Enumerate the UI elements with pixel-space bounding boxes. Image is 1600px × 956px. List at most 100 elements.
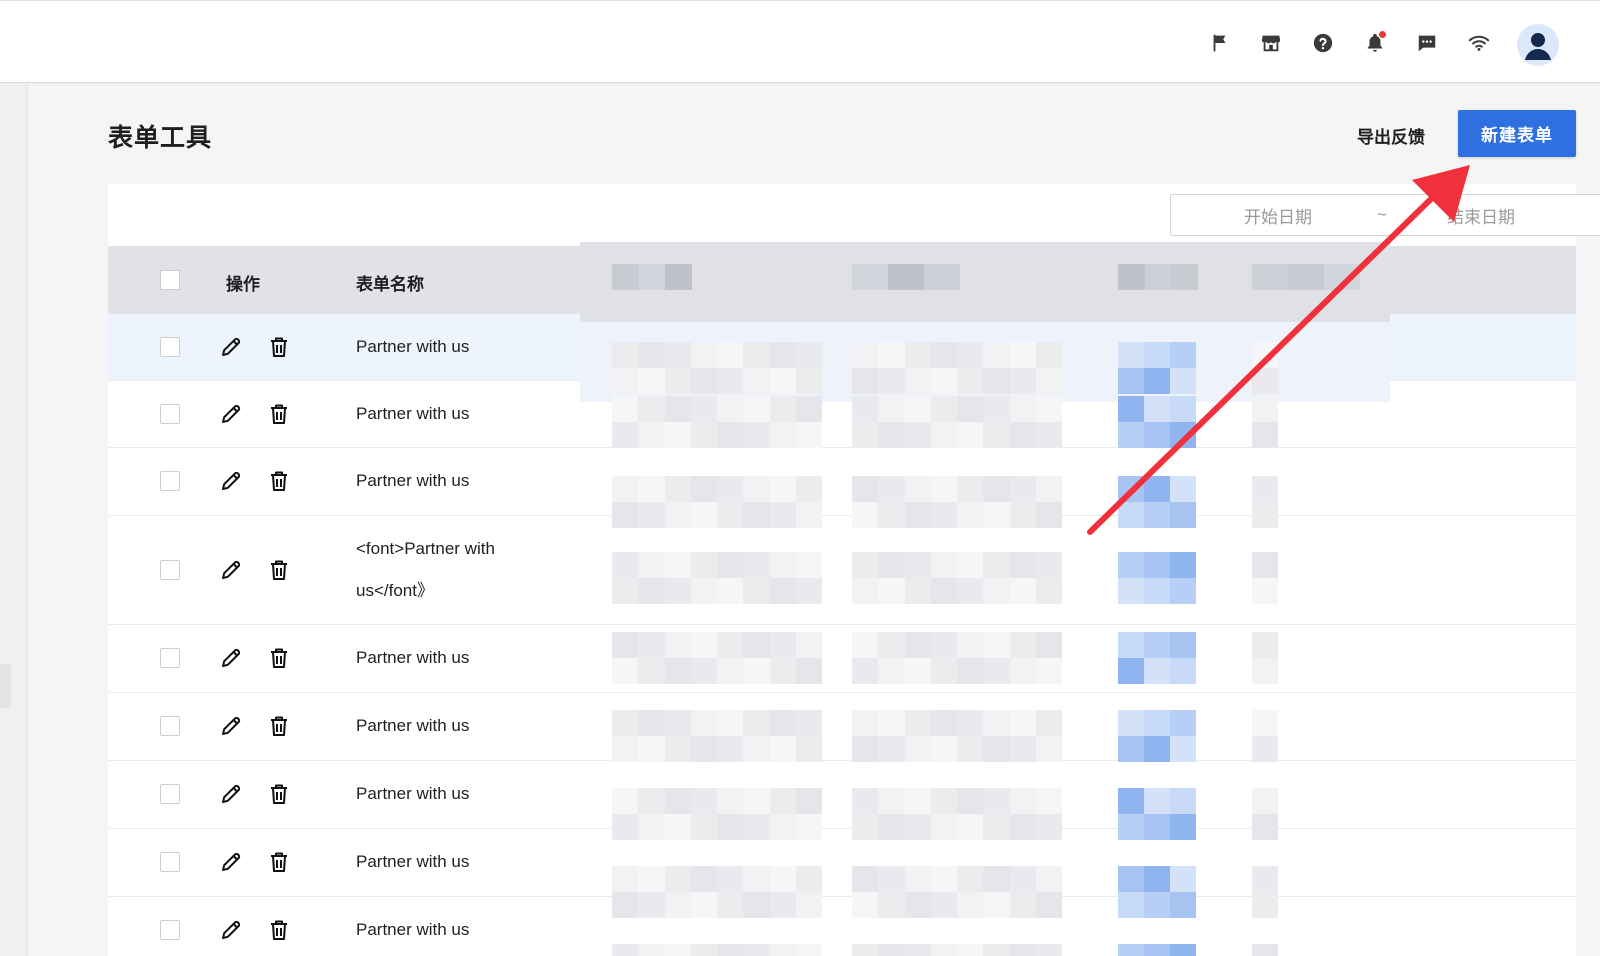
redacted-block [1252, 368, 1278, 394]
redacted-block [690, 866, 717, 892]
bell-icon[interactable] [1361, 29, 1389, 57]
edit-icon[interactable] [218, 557, 244, 583]
avatar[interactable] [1517, 24, 1559, 66]
store-icon[interactable] [1257, 29, 1285, 57]
row-checkbox[interactable] [160, 852, 180, 872]
edit-icon[interactable] [218, 468, 244, 494]
help-icon[interactable] [1309, 29, 1337, 57]
redacted-block [852, 788, 879, 814]
form-name[interactable]: Partner with us [356, 326, 556, 368]
edit-icon[interactable] [218, 645, 244, 671]
date-range-picker[interactable]: 开始日期 ~ 结束日期 [1170, 194, 1600, 236]
form-name[interactable]: Partner with us [356, 460, 556, 502]
message-icon[interactable] [1413, 29, 1441, 57]
redacted-block [904, 866, 931, 892]
notification-dot [1379, 31, 1386, 38]
redacted-block [690, 476, 717, 502]
redacted-block [612, 264, 639, 290]
redacted-block [1009, 342, 1036, 368]
redacted-block [1009, 866, 1036, 892]
row-checkbox[interactable] [160, 784, 180, 804]
edit-icon[interactable] [218, 713, 244, 739]
redacted-block [795, 342, 822, 368]
form-name[interactable]: Partner with us [356, 705, 556, 747]
redacted-block [1324, 264, 1360, 290]
start-date-input[interactable]: 开始日期 [1244, 203, 1312, 228]
redacted-block [795, 476, 822, 502]
flag-icon[interactable] [1206, 29, 1234, 57]
redacted-block [1035, 476, 1062, 502]
sidebar-expand-handle[interactable] [0, 664, 11, 708]
row-checkbox[interactable] [160, 337, 180, 357]
redacted-block [769, 578, 796, 604]
end-date-input[interactable]: 结束日期 [1447, 203, 1515, 228]
edit-icon[interactable] [218, 401, 244, 427]
redacted-block [957, 552, 984, 578]
redacted-block [1252, 396, 1278, 422]
redacted-block [852, 736, 879, 762]
redacted-block [1118, 552, 1144, 578]
redacted-block [1144, 396, 1170, 422]
redacted-block [852, 552, 879, 578]
redacted-block [1144, 476, 1170, 502]
delete-icon[interactable] [266, 781, 292, 807]
redacted-block [1035, 658, 1062, 684]
delete-icon[interactable] [266, 468, 292, 494]
edit-icon[interactable] [218, 917, 244, 943]
redacted-block [1144, 892, 1170, 918]
redacted-block [904, 632, 931, 658]
row-checkbox[interactable] [160, 471, 180, 491]
redacted-block [957, 866, 984, 892]
delete-icon[interactable] [266, 645, 292, 671]
redacted-block [930, 422, 957, 448]
form-name[interactable]: Partner with us [356, 773, 556, 815]
redacted-block [957, 578, 984, 604]
redacted-block [1118, 814, 1144, 840]
redacted-block [1144, 866, 1170, 892]
redacted-block [769, 422, 796, 448]
edit-icon[interactable] [218, 849, 244, 875]
delete-icon[interactable] [266, 849, 292, 875]
redacted-block [930, 658, 957, 684]
select-all-checkbox[interactable] [160, 270, 180, 290]
redacted-block [1252, 552, 1278, 578]
redacted-block [690, 814, 717, 840]
delete-icon[interactable] [266, 557, 292, 583]
edit-icon[interactable] [218, 334, 244, 360]
delete-icon[interactable] [266, 917, 292, 943]
row-checkbox[interactable] [160, 716, 180, 736]
redacted-block [1144, 658, 1170, 684]
row-checkbox[interactable] [160, 560, 180, 580]
row-checkbox[interactable] [160, 648, 180, 668]
redacted-block [1009, 368, 1036, 394]
row-checkbox[interactable] [160, 404, 180, 424]
redacted-block [1035, 422, 1062, 448]
redacted-block [904, 736, 931, 762]
redacted-block [1035, 736, 1062, 762]
wifi-icon[interactable] [1465, 29, 1493, 57]
redacted-block [983, 502, 1010, 528]
form-name[interactable]: <font>Partner with us</font》 [356, 528, 531, 612]
form-name[interactable]: Partner with us [356, 637, 556, 679]
redacted-block [769, 892, 796, 918]
redacted-block [1118, 736, 1144, 762]
redacted-block [612, 892, 639, 918]
redacted-block [717, 552, 744, 578]
form-name[interactable]: Partner with us [356, 841, 556, 883]
export-feedback-link[interactable]: 导出反馈 [1357, 123, 1425, 148]
edit-icon[interactable] [218, 781, 244, 807]
redacted-block [852, 476, 879, 502]
form-name[interactable]: Partner with us [356, 393, 556, 435]
redacted-block [743, 396, 770, 422]
delete-icon[interactable] [266, 334, 292, 360]
redacted-block [904, 342, 931, 368]
redacted-block [1144, 632, 1170, 658]
new-form-button[interactable]: 新建表单 [1458, 110, 1576, 157]
delete-icon[interactable] [266, 713, 292, 739]
form-name[interactable]: Partner with us [356, 909, 556, 951]
delete-icon[interactable] [266, 401, 292, 427]
row-checkbox[interactable] [160, 920, 180, 940]
redacted-block [664, 368, 691, 394]
redacted-block [664, 658, 691, 684]
redacted-block [769, 658, 796, 684]
